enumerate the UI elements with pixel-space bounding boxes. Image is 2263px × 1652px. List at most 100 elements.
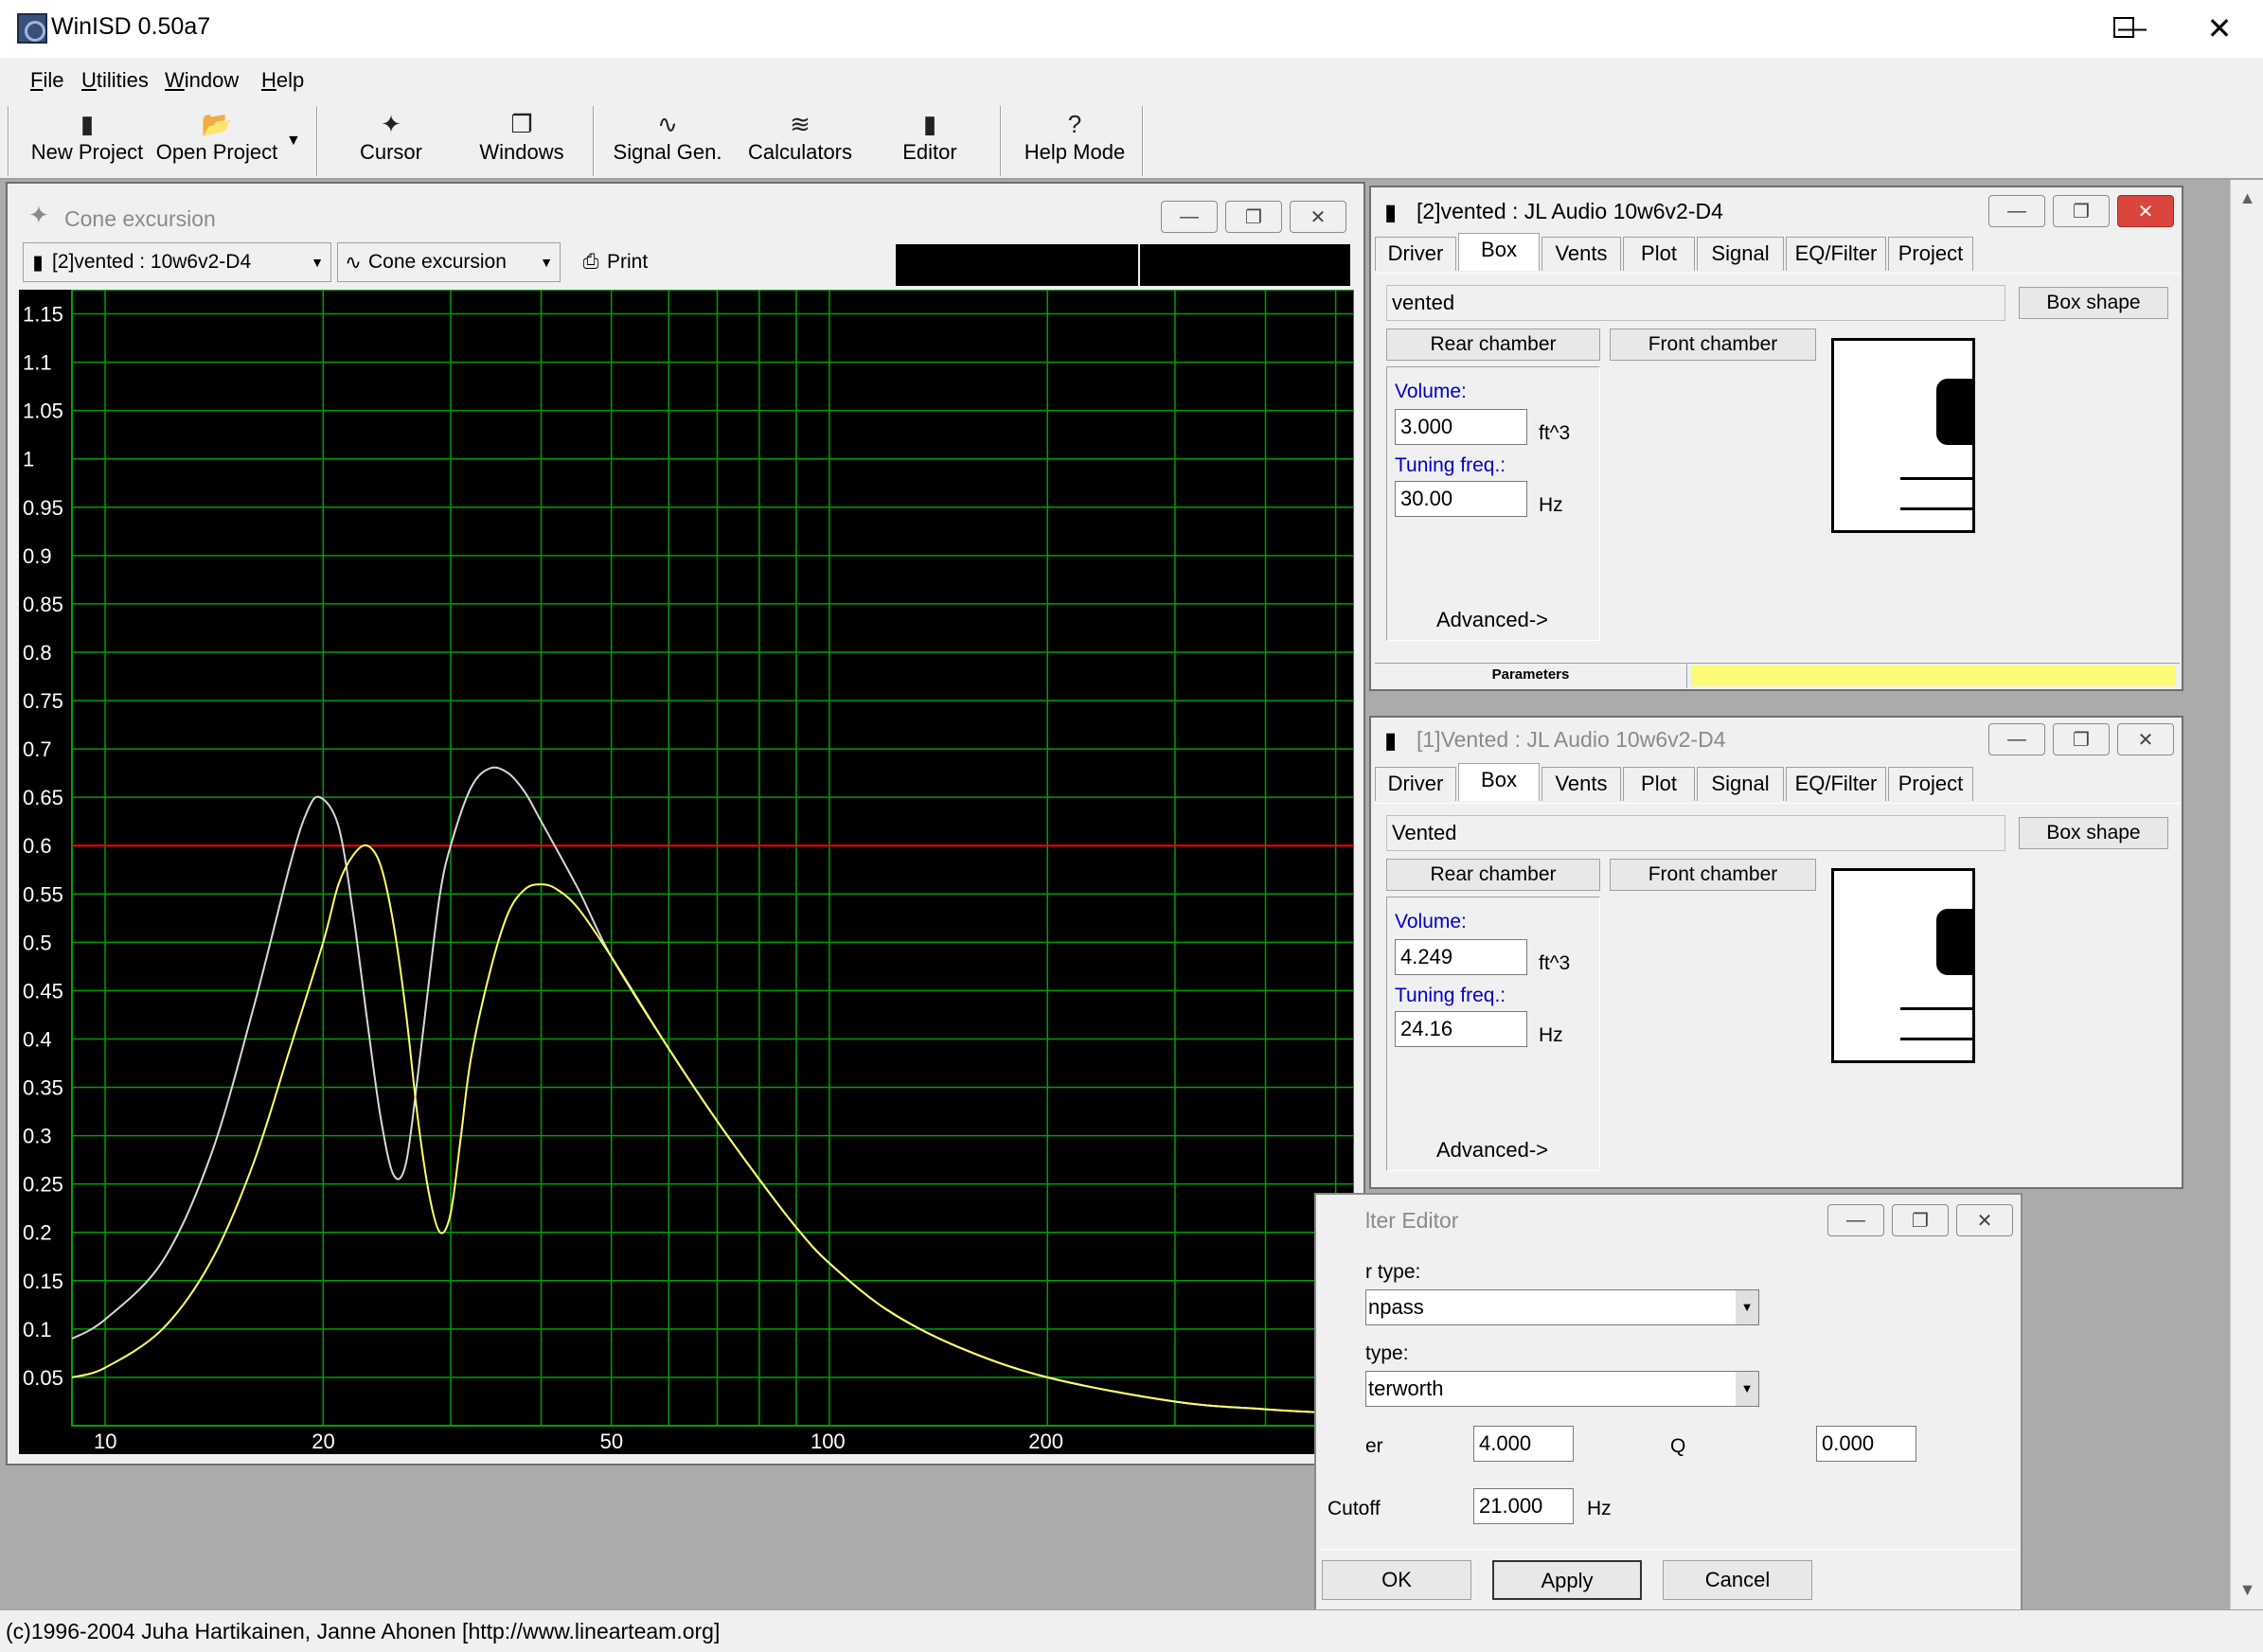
rear-chamber-button[interactable]: Rear chamber (1386, 859, 1600, 891)
question-icon: ? (1067, 110, 1082, 138)
graph-type-select[interactable]: ∿ Cone excursion ▼ (337, 242, 561, 282)
close-icon[interactable]: ✕ (2176, 8, 2263, 49)
title-bar: WinISD 0.50a7 — ✕ (0, 0, 2263, 58)
minimize-icon[interactable]: — (1988, 195, 2045, 227)
tab-eq-filter[interactable]: EQ/Filter (1786, 767, 1886, 801)
menu-file[interactable]: File (30, 68, 63, 93)
y-tick-label: 0.15 (23, 1270, 63, 1293)
apply-button[interactable]: Apply (1492, 1560, 1642, 1600)
menu-utilities[interactable]: Utilities (81, 68, 149, 93)
toolbar-separator (316, 106, 318, 176)
restore-icon[interactable]: ❐ (2053, 723, 2110, 755)
restore-icon[interactable]: ❐ (2053, 195, 2110, 227)
close-icon[interactable]: ✕ (1956, 1204, 2013, 1236)
close-icon[interactable]: ✕ (1290, 201, 1346, 233)
tab-project[interactable]: Project (1888, 237, 1973, 271)
close-icon[interactable]: ✕ (2117, 195, 2174, 227)
project1-titlebar[interactable]: ▮ [1]Vented : JL Audio 10w6v2-D4 — ❐ ✕ (1371, 718, 2182, 763)
port-icon (1900, 507, 1972, 510)
tuning-unit: Hz (1539, 494, 1563, 516)
cancel-button[interactable]: Cancel (1663, 1560, 1812, 1600)
tab-driver[interactable]: Driver (1375, 237, 1456, 271)
minimize-icon[interactable]: — (1827, 1204, 1884, 1236)
vertical-scrollbar[interactable]: ▲ ▼ (2230, 180, 2263, 1609)
project-select[interactable]: ▮ [2]vented : 10w6v2-D4 ▼ (23, 242, 331, 282)
cutoff-input[interactable]: 21.000 (1473, 1488, 1574, 1524)
tab-plot[interactable]: Plot (1623, 237, 1695, 271)
maximize-icon[interactable] (2113, 17, 2134, 38)
filter-editor-titlebar[interactable]: lter Editor — ❐ ✕ (1316, 1195, 2021, 1242)
signal-gen-button[interactable]: ∿ Signal Gen. (608, 108, 727, 176)
y-tick-label: 0.55 (23, 882, 63, 906)
open-project-dropdown-icon[interactable]: ▼ (286, 133, 301, 150)
tuning-label: Tuning freq.: (1395, 454, 1506, 476)
tab-driver[interactable]: Driver (1375, 767, 1456, 801)
app-icon (17, 13, 47, 44)
tab-vents[interactable]: Vents (1541, 767, 1621, 801)
tab-signal[interactable]: Signal (1697, 237, 1784, 271)
divider (1320, 1549, 2017, 1550)
front-chamber-button[interactable]: Front chamber (1610, 329, 1816, 361)
close-icon[interactable]: ✕ (2117, 723, 2174, 755)
parameters-status (1691, 666, 2176, 686)
cutoff-unit: Hz (1587, 1498, 1612, 1519)
box-name-field[interactable]: vented (1386, 285, 2005, 321)
order-input[interactable]: 4.000 (1473, 1426, 1574, 1462)
cursor-button[interactable]: ✦ Cursor (331, 108, 451, 176)
app-title: WinISD 0.50a7 (51, 13, 211, 40)
tab-box[interactable]: Box (1458, 763, 1540, 801)
box-shape-button[interactable]: Box shape (2019, 817, 2168, 849)
open-project-button[interactable]: 📂 Open Project (155, 108, 278, 176)
tab-project[interactable]: Project (1888, 767, 1973, 801)
parameters-label: Parameters (1375, 664, 1687, 688)
minimize-icon[interactable]: — (1161, 201, 1218, 233)
tuning-input[interactable]: 24.16 (1395, 1011, 1527, 1047)
print-button[interactable]: ⎙ Print (574, 242, 687, 282)
advanced-link[interactable]: Advanced-> (1436, 1138, 1548, 1163)
y-tick-label: 0.25 (23, 1173, 63, 1197)
tab-plot[interactable]: Plot (1623, 767, 1695, 801)
volume-input[interactable]: 4.249 (1395, 939, 1527, 975)
y-tick-label: 1.15 (23, 303, 63, 327)
menu-window[interactable]: Window (165, 68, 239, 93)
toolbar-separator (593, 106, 595, 176)
port-icon (1900, 1007, 1972, 1010)
restore-icon[interactable]: ❐ (1225, 201, 1282, 233)
chevron-down-icon: ▼ (1736, 1372, 1758, 1406)
cone-excursion-chart[interactable]: 0.05 0.1 0.15 0.2 0.25 0.3 0.35 0.4 0.45 0.5 0.55 0… (19, 289, 1355, 1454)
speaker-icon: ▮ (1384, 728, 1398, 754)
scroll-up-icon[interactable]: ▲ (2231, 182, 2263, 215)
project2-titlebar[interactable]: ▮ [2]vented : JL Audio 10w6v2-D4 — ❐ ✕ (1371, 187, 2182, 233)
ok-button[interactable]: OK (1322, 1560, 1471, 1600)
cone-window-titlebar[interactable]: ✦ Cone excursion — ❐ ✕ (8, 184, 1363, 233)
front-chamber-button[interactable]: Front chamber (1610, 859, 1816, 891)
advanced-link[interactable]: Advanced-> (1436, 608, 1548, 632)
windows-button[interactable]: ❐ Windows (464, 108, 579, 176)
project1-tabs: Driver Box Vents Plot Signal EQ/Filter P… (1375, 763, 2180, 805)
tuning-input[interactable]: 30.00 (1395, 481, 1527, 517)
sub-type-select[interactable]: terworth ▼ (1365, 1371, 1759, 1407)
scroll-down-icon[interactable]: ▼ (2231, 1573, 2263, 1607)
tab-eq-filter[interactable]: EQ/Filter (1786, 237, 1886, 271)
tab-box[interactable]: Box (1458, 233, 1540, 271)
calculators-button[interactable]: ≋ Calculators (739, 108, 862, 176)
q-input[interactable]: 0.000 (1816, 1426, 1916, 1462)
restore-icon[interactable]: ❐ (1892, 1204, 1949, 1236)
box-shape-button[interactable]: Box shape (2019, 287, 2168, 319)
sine-wave-icon: ∿ (657, 110, 678, 138)
rear-chamber-button[interactable]: Rear chamber (1386, 329, 1600, 361)
y-tick-label: 0.4 (23, 1027, 52, 1051)
volume-input[interactable]: 3.000 (1395, 409, 1527, 445)
windows-icon: ❐ (510, 110, 533, 138)
filter-type-select[interactable]: npass ▼ (1365, 1289, 1759, 1325)
tuning-label: Tuning freq.: (1395, 985, 1506, 1006)
editor-button[interactable]: ▮ Editor (881, 108, 979, 176)
help-mode-button[interactable]: ? Help Mode (1015, 108, 1134, 176)
y-tick-label: 0.35 (23, 1076, 63, 1100)
menu-help[interactable]: Help (261, 68, 304, 93)
new-project-button[interactable]: ▮ New Project (25, 108, 150, 176)
minimize-icon[interactable]: — (1988, 723, 2045, 755)
tab-signal[interactable]: Signal (1697, 767, 1784, 801)
tab-vents[interactable]: Vents (1541, 237, 1621, 271)
box-name-field[interactable]: Vented (1386, 815, 2005, 851)
